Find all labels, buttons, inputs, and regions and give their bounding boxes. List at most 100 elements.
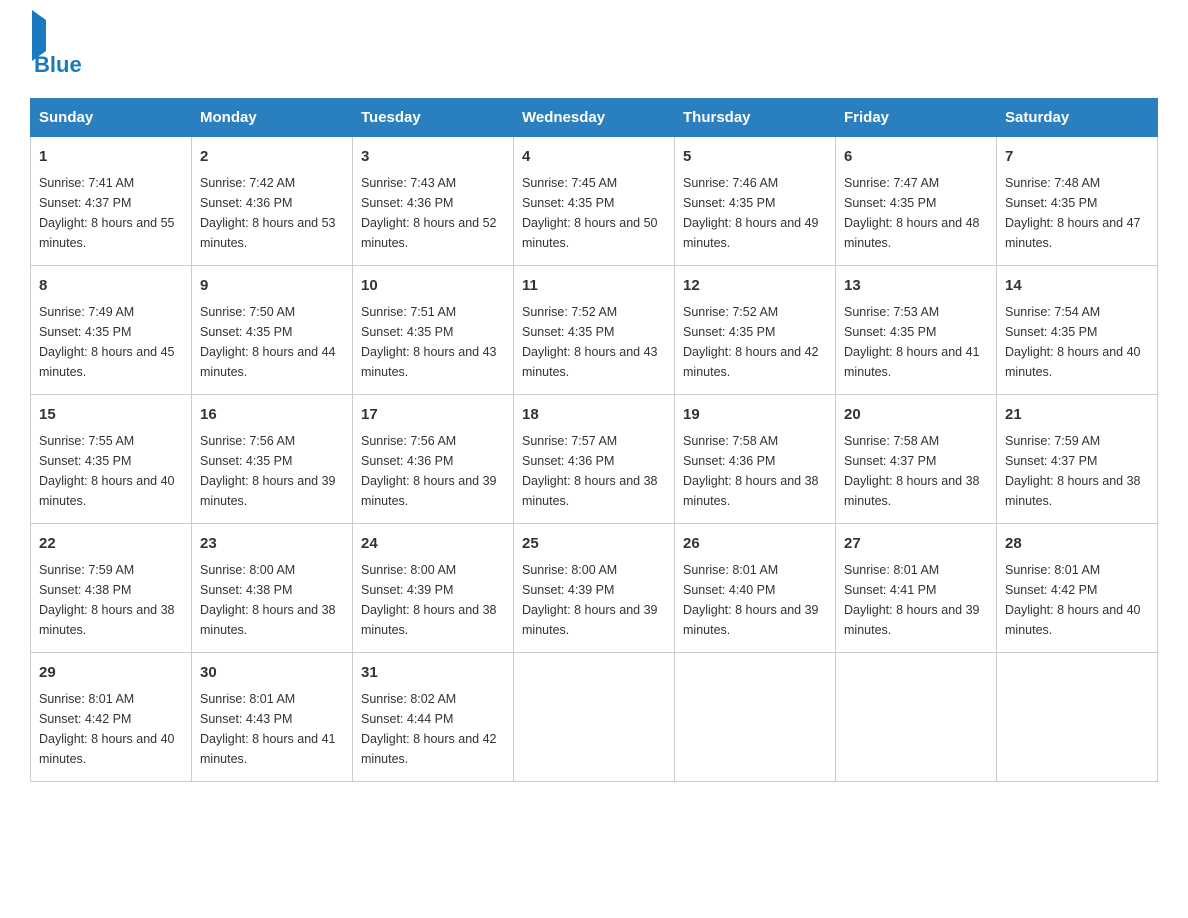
day-number: 15: [39, 403, 183, 427]
day-number: 10: [361, 274, 505, 298]
day-number: 14: [1005, 274, 1149, 298]
calendar-cell: 31 Sunrise: 8:02 AM Sunset: 4:44 PM Dayl…: [353, 653, 514, 782]
day-info: Sunrise: 8:01 AM Sunset: 4:41 PM Dayligh…: [844, 563, 980, 637]
day-info: Sunrise: 7:59 AM Sunset: 4:38 PM Dayligh…: [39, 563, 175, 637]
day-info: Sunrise: 7:56 AM Sunset: 4:35 PM Dayligh…: [200, 434, 336, 508]
calendar-cell: 4 Sunrise: 7:45 AM Sunset: 4:35 PM Dayli…: [514, 137, 675, 266]
day-info: Sunrise: 8:01 AM Sunset: 4:43 PM Dayligh…: [200, 692, 336, 766]
day-number: 22: [39, 532, 183, 556]
day-number: 18: [522, 403, 666, 427]
logo-subtitle: Blue: [34, 52, 82, 78]
calendar-cell: 23 Sunrise: 8:00 AM Sunset: 4:38 PM Dayl…: [192, 524, 353, 653]
calendar-cell: 19 Sunrise: 7:58 AM Sunset: 4:36 PM Dayl…: [675, 395, 836, 524]
calendar-week-row: 29 Sunrise: 8:01 AM Sunset: 4:42 PM Dayl…: [31, 653, 1158, 782]
day-header-tuesday: Tuesday: [353, 99, 514, 137]
day-info: Sunrise: 8:01 AM Sunset: 4:42 PM Dayligh…: [39, 692, 175, 766]
day-header-thursday: Thursday: [675, 99, 836, 137]
day-number: 2: [200, 145, 344, 169]
calendar-cell: 18 Sunrise: 7:57 AM Sunset: 4:36 PM Dayl…: [514, 395, 675, 524]
calendar-cell: 2 Sunrise: 7:42 AM Sunset: 4:36 PM Dayli…: [192, 137, 353, 266]
day-info: Sunrise: 8:01 AM Sunset: 4:42 PM Dayligh…: [1005, 563, 1141, 637]
calendar-cell: 26 Sunrise: 8:01 AM Sunset: 4:40 PM Dayl…: [675, 524, 836, 653]
day-info: Sunrise: 8:00 AM Sunset: 4:39 PM Dayligh…: [361, 563, 497, 637]
day-info: Sunrise: 7:45 AM Sunset: 4:35 PM Dayligh…: [522, 176, 658, 250]
day-number: 11: [522, 274, 666, 298]
day-info: Sunrise: 7:46 AM Sunset: 4:35 PM Dayligh…: [683, 176, 819, 250]
calendar-cell: 5 Sunrise: 7:46 AM Sunset: 4:35 PM Dayli…: [675, 137, 836, 266]
day-number: 8: [39, 274, 183, 298]
day-info: Sunrise: 7:57 AM Sunset: 4:36 PM Dayligh…: [522, 434, 658, 508]
calendar-cell: 12 Sunrise: 7:52 AM Sunset: 4:35 PM Dayl…: [675, 266, 836, 395]
day-number: 26: [683, 532, 827, 556]
day-number: 28: [1005, 532, 1149, 556]
day-info: Sunrise: 7:42 AM Sunset: 4:36 PM Dayligh…: [200, 176, 336, 250]
calendar-week-row: 22 Sunrise: 7:59 AM Sunset: 4:38 PM Dayl…: [31, 524, 1158, 653]
day-number: 24: [361, 532, 505, 556]
day-number: 30: [200, 661, 344, 685]
day-header-wednesday: Wednesday: [514, 99, 675, 137]
day-info: Sunrise: 8:00 AM Sunset: 4:38 PM Dayligh…: [200, 563, 336, 637]
day-info: Sunrise: 7:48 AM Sunset: 4:35 PM Dayligh…: [1005, 176, 1141, 250]
calendar-cell: 28 Sunrise: 8:01 AM Sunset: 4:42 PM Dayl…: [997, 524, 1158, 653]
calendar-cell: 9 Sunrise: 7:50 AM Sunset: 4:35 PM Dayli…: [192, 266, 353, 395]
day-header-saturday: Saturday: [997, 99, 1158, 137]
calendar-cell: 13 Sunrise: 7:53 AM Sunset: 4:35 PM Dayl…: [836, 266, 997, 395]
calendar-cell: 24 Sunrise: 8:00 AM Sunset: 4:39 PM Dayl…: [353, 524, 514, 653]
logo-blue-text: [30, 20, 46, 52]
calendar-cell: 22 Sunrise: 7:59 AM Sunset: 4:38 PM Dayl…: [31, 524, 192, 653]
day-header-friday: Friday: [836, 99, 997, 137]
calendar-cell: 30 Sunrise: 8:01 AM Sunset: 4:43 PM Dayl…: [192, 653, 353, 782]
calendar-week-row: 8 Sunrise: 7:49 AM Sunset: 4:35 PM Dayli…: [31, 266, 1158, 395]
day-number: 6: [844, 145, 988, 169]
calendar-cell: 10 Sunrise: 7:51 AM Sunset: 4:35 PM Dayl…: [353, 266, 514, 395]
calendar-cell: 3 Sunrise: 7:43 AM Sunset: 4:36 PM Dayli…: [353, 137, 514, 266]
day-info: Sunrise: 7:52 AM Sunset: 4:35 PM Dayligh…: [683, 305, 819, 379]
day-info: Sunrise: 7:59 AM Sunset: 4:37 PM Dayligh…: [1005, 434, 1141, 508]
calendar-cell: [514, 653, 675, 782]
day-info: Sunrise: 7:51 AM Sunset: 4:35 PM Dayligh…: [361, 305, 497, 379]
day-info: Sunrise: 7:55 AM Sunset: 4:35 PM Dayligh…: [39, 434, 175, 508]
day-info: Sunrise: 7:43 AM Sunset: 4:36 PM Dayligh…: [361, 176, 497, 250]
calendar-cell: 8 Sunrise: 7:49 AM Sunset: 4:35 PM Dayli…: [31, 266, 192, 395]
day-info: Sunrise: 7:52 AM Sunset: 4:35 PM Dayligh…: [522, 305, 658, 379]
calendar-cell: 11 Sunrise: 7:52 AM Sunset: 4:35 PM Dayl…: [514, 266, 675, 395]
day-number: 4: [522, 145, 666, 169]
day-number: 25: [522, 532, 666, 556]
day-info: Sunrise: 7:41 AM Sunset: 4:37 PM Dayligh…: [39, 176, 175, 250]
calendar-cell: 29 Sunrise: 8:01 AM Sunset: 4:42 PM Dayl…: [31, 653, 192, 782]
day-info: Sunrise: 7:47 AM Sunset: 4:35 PM Dayligh…: [844, 176, 980, 250]
day-info: Sunrise: 7:50 AM Sunset: 4:35 PM Dayligh…: [200, 305, 336, 379]
day-number: 20: [844, 403, 988, 427]
calendar-cell: 20 Sunrise: 7:58 AM Sunset: 4:37 PM Dayl…: [836, 395, 997, 524]
logo: Blue: [30, 20, 82, 78]
day-header-sunday: Sunday: [31, 99, 192, 137]
day-number: 16: [200, 403, 344, 427]
calendar-cell: 27 Sunrise: 8:01 AM Sunset: 4:41 PM Dayl…: [836, 524, 997, 653]
calendar-header-row: SundayMondayTuesdayWednesdayThursdayFrid…: [31, 99, 1158, 137]
calendar-cell: 16 Sunrise: 7:56 AM Sunset: 4:35 PM Dayl…: [192, 395, 353, 524]
day-number: 21: [1005, 403, 1149, 427]
calendar-week-row: 1 Sunrise: 7:41 AM Sunset: 4:37 PM Dayli…: [31, 137, 1158, 266]
day-info: Sunrise: 8:01 AM Sunset: 4:40 PM Dayligh…: [683, 563, 819, 637]
day-number: 9: [200, 274, 344, 298]
day-info: Sunrise: 7:53 AM Sunset: 4:35 PM Dayligh…: [844, 305, 980, 379]
calendar-table: SundayMondayTuesdayWednesdayThursdayFrid…: [30, 98, 1158, 782]
calendar-cell: [675, 653, 836, 782]
day-number: 29: [39, 661, 183, 685]
calendar-cell: 1 Sunrise: 7:41 AM Sunset: 4:37 PM Dayli…: [31, 137, 192, 266]
day-info: Sunrise: 7:56 AM Sunset: 4:36 PM Dayligh…: [361, 434, 497, 508]
day-info: Sunrise: 7:54 AM Sunset: 4:35 PM Dayligh…: [1005, 305, 1141, 379]
calendar-cell: 15 Sunrise: 7:55 AM Sunset: 4:35 PM Dayl…: [31, 395, 192, 524]
day-number: 27: [844, 532, 988, 556]
page-header: Blue: [30, 20, 1158, 78]
calendar-cell: [997, 653, 1158, 782]
day-info: Sunrise: 7:58 AM Sunset: 4:36 PM Dayligh…: [683, 434, 819, 508]
calendar-cell: 7 Sunrise: 7:48 AM Sunset: 4:35 PM Dayli…: [997, 137, 1158, 266]
day-header-monday: Monday: [192, 99, 353, 137]
day-number: 3: [361, 145, 505, 169]
calendar-cell: [836, 653, 997, 782]
day-number: 17: [361, 403, 505, 427]
day-number: 5: [683, 145, 827, 169]
day-number: 12: [683, 274, 827, 298]
calendar-cell: 25 Sunrise: 8:00 AM Sunset: 4:39 PM Dayl…: [514, 524, 675, 653]
